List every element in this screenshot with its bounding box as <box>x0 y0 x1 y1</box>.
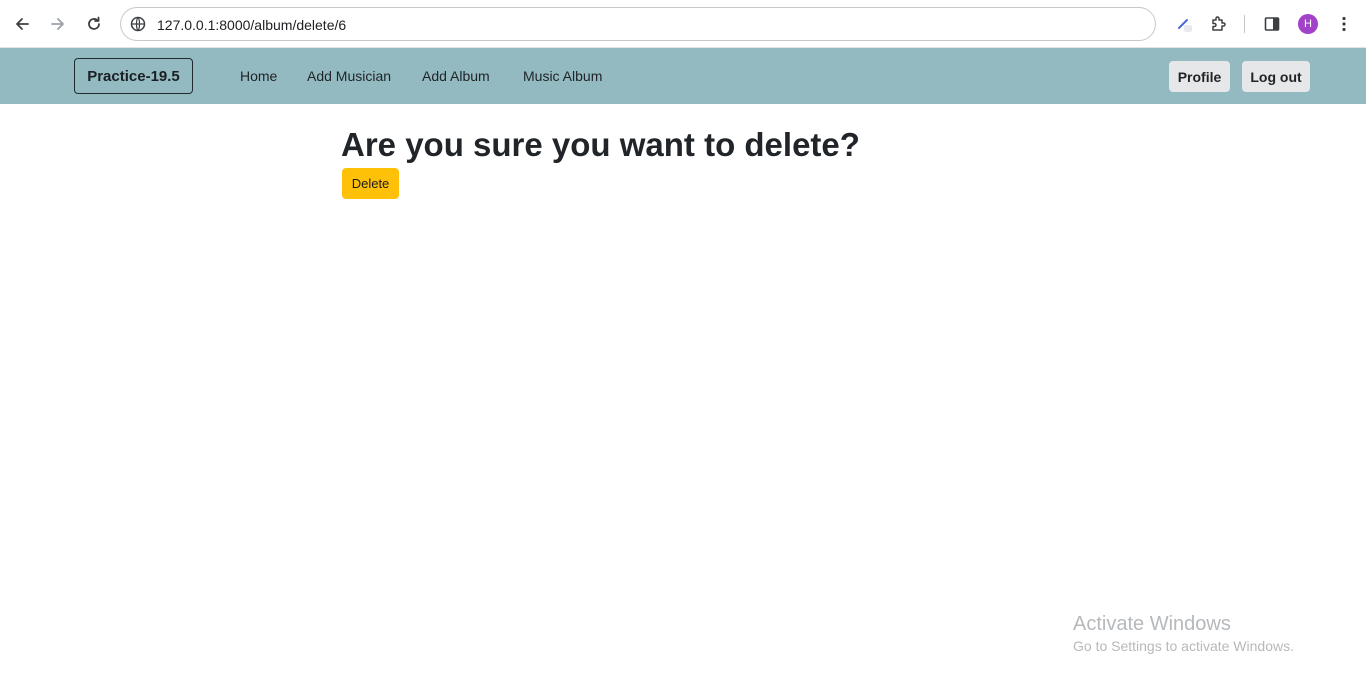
toolbar-divider <box>1244 15 1245 33</box>
url-text: 127.0.0.1:8000/album/delete/6 <box>157 17 347 33</box>
edit-extension-icon[interactable] <box>1172 12 1196 36</box>
brand-link[interactable]: Practice-19.5 <box>74 58 193 94</box>
profile-button[interactable]: Profile <box>1169 61 1230 92</box>
site-info-icon[interactable] <box>130 16 146 32</box>
reload-icon[interactable] <box>80 10 108 38</box>
site-navbar: Practice-19.5 Home Add Musician Add Albu… <box>0 48 1366 104</box>
nav-link-music-album[interactable]: Music Album <box>523 67 602 85</box>
logout-button[interactable]: Log out <box>1242 61 1310 92</box>
activation-watermark-subtitle: Go to Settings to activate Windows. <box>1073 638 1294 654</box>
browser-toolbar: 127.0.0.1:8000/album/delete/6 H <box>0 0 1366 48</box>
nav-link-add-musician[interactable]: Add Musician <box>307 67 391 85</box>
nav-link-add-album[interactable]: Add Album <box>422 67 490 85</box>
back-icon[interactable] <box>8 10 36 38</box>
more-options-icon[interactable] <box>1332 12 1356 36</box>
forward-icon[interactable] <box>44 10 72 38</box>
nav-link-home[interactable]: Home <box>240 67 277 85</box>
address-bar[interactable]: 127.0.0.1:8000/album/delete/6 <box>120 7 1156 41</box>
activation-watermark-title: Activate Windows <box>1073 613 1231 635</box>
profile-avatar[interactable]: H <box>1298 14 1318 34</box>
side-panel-icon[interactable] <box>1260 12 1284 36</box>
delete-button[interactable]: Delete <box>342 168 399 199</box>
page-title: Are you sure you want to delete? <box>341 126 860 163</box>
extensions-icon[interactable] <box>1207 12 1231 36</box>
